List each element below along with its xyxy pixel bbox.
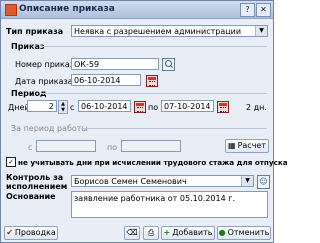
days-summary: 2 дн.	[246, 103, 267, 112]
title-bar: Описание приказа ? ✕	[1, 1, 273, 19]
order-dialog: Описание приказа ? ✕ Тип приказа Неявка …	[0, 0, 288, 243]
basis-textarea[interactable]: заявление работника от 05.10.2014 г.	[71, 191, 268, 218]
period-from-input[interactable]: 06-10-2014	[78, 100, 131, 112]
eraser-icon: ⌫	[126, 228, 138, 237]
calendar-icon[interactable]	[217, 101, 229, 113]
control-value: Борисов Семен Семенович	[74, 177, 187, 186]
days-stepper[interactable]: ▲ ▼	[58, 100, 68, 114]
add-button[interactable]: + Добавить	[161, 226, 215, 240]
control-label-line1: Контроль за	[6, 173, 64, 182]
order-number-input[interactable]: ОК-59	[71, 58, 159, 70]
plus-icon: +	[163, 228, 171, 237]
days-input[interactable]: 2	[27, 100, 57, 112]
checkmark-icon: ✔	[6, 228, 13, 237]
cancel-button[interactable]: ● Отменить	[217, 226, 271, 240]
help-button[interactable]: ?	[240, 3, 255, 17]
work-from-label: с	[28, 143, 33, 152]
cancel-icon: ●	[218, 228, 226, 237]
divider	[81, 128, 267, 129]
person-icon[interactable]: ☺	[257, 175, 270, 189]
chevron-down-icon[interactable]: ▼	[241, 176, 253, 186]
calc-button[interactable]: ▦ Расчет	[225, 139, 269, 153]
order-date-input[interactable]: 06-10-2014	[71, 74, 141, 86]
order-number-label: Номер приказа	[15, 60, 79, 69]
control-label: Контроль за исполнением	[6, 173, 67, 191]
period-from-label: с	[70, 103, 75, 112]
post-button[interactable]: ✔ Проводка	[4, 226, 58, 240]
clear-button[interactable]: ⌫	[124, 226, 140, 240]
period-to-input[interactable]: 07-10-2014	[161, 100, 214, 112]
chevron-down-icon[interactable]: ▼	[255, 26, 267, 36]
add-button-label: Добавить	[172, 228, 213, 237]
control-label-line2: исполнением	[6, 182, 68, 191]
divider	[41, 46, 267, 47]
calendar-icon[interactable]	[134, 101, 146, 113]
order-type-label: Тип приказа	[6, 27, 64, 36]
exclude-days-checkbox[interactable]: ✓	[6, 157, 16, 167]
window-title: Описание приказа	[19, 4, 115, 14]
order-section-heading: Приказ	[11, 42, 45, 51]
work-from-input	[36, 140, 96, 152]
post-button-label: Проводка	[14, 228, 56, 237]
order-type-select[interactable]: Неявка с разрешением администрации ▼	[71, 25, 268, 37]
calculator-icon: ▦	[228, 141, 236, 150]
cancel-button-label: Отменить	[227, 228, 270, 237]
basis-label: Основание	[6, 192, 56, 201]
work-to-input	[121, 140, 181, 152]
exclude-days-label: не учитывать дни при исчислении трудовог…	[18, 158, 288, 167]
work-period-heading: За период работы	[11, 124, 88, 133]
lookup-icon[interactable]	[162, 58, 175, 71]
work-to-label: по	[107, 143, 118, 152]
printer-icon: ⎙	[147, 228, 155, 237]
calendar-icon[interactable]	[146, 75, 158, 87]
calc-button-label: Расчет	[237, 141, 266, 150]
print-button[interactable]: ⎙	[143, 226, 159, 240]
order-date-label: Дата приказа	[15, 77, 73, 86]
app-icon	[5, 4, 17, 16]
close-button[interactable]: ✕	[256, 3, 271, 17]
period-to-label: по	[148, 103, 159, 112]
control-select[interactable]: Борисов Семен Семенович ▼	[71, 175, 254, 187]
order-type-value: Неявка с разрешением администрации	[74, 27, 242, 36]
divider	[41, 93, 267, 94]
